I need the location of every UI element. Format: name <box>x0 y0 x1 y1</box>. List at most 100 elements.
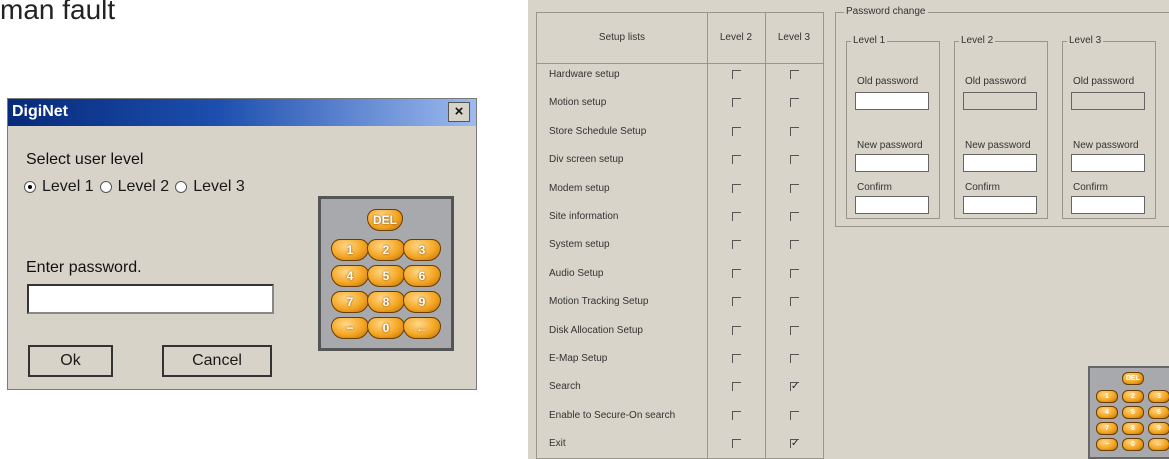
diginet-dialog: DigiNet × Select user level Level 1 Leve… <box>7 98 477 390</box>
level-1-confirm-input[interactable] <box>855 196 929 214</box>
radio-level-1[interactable]: Level 1 <box>24 178 94 196</box>
checkbox-level-2[interactable] <box>732 183 741 193</box>
checkbox-level-2[interactable] <box>732 98 741 108</box>
table-row: Store Schedule Setup <box>537 122 823 142</box>
mini-keypad-key-4[interactable]: 4 <box>1096 406 1118 419</box>
checkbox-level-2[interactable] <box>732 297 741 307</box>
mini-keypad-key-3[interactable]: 3 <box>1148 390 1169 403</box>
checkbox-level-3[interactable]: ✓ <box>790 382 799 392</box>
keypad-key-6[interactable]: 6 <box>403 265 441 287</box>
checkbox-level-3[interactable] <box>790 325 799 335</box>
mini-keypad-del-button[interactable]: DEL <box>1122 372 1144 385</box>
mini-keypad-key-8[interactable]: 8 <box>1122 422 1144 435</box>
keypad-key-3[interactable]: 3 <box>403 239 441 261</box>
radio-level-3[interactable]: Level 3 <box>175 178 245 196</box>
keypad-backspace-button[interactable]: ← <box>403 317 441 339</box>
checkbox-level-2[interactable] <box>732 382 741 392</box>
level-3-old-password-input <box>1071 92 1145 110</box>
keypad-key-2[interactable]: 2 <box>367 239 405 261</box>
checkbox-level-2[interactable] <box>732 240 741 250</box>
checkbox-level-3[interactable] <box>790 70 799 79</box>
level-2-new-password-input[interactable] <box>963 154 1037 172</box>
mini-keypad-key-9[interactable]: 9 <box>1148 422 1169 435</box>
radio-icon <box>175 181 188 193</box>
keypad-minus-button[interactable]: − <box>331 317 369 339</box>
table-row: Audio Setup <box>537 264 823 284</box>
setup-item-label: Store Schedule Setup <box>549 125 647 137</box>
checkbox-level-3[interactable] <box>790 183 799 193</box>
keypad-key-7[interactable]: 7 <box>331 291 369 313</box>
level-3-password-box: Level 3 Old password New password Confir… <box>1062 35 1156 219</box>
keypad-key-4[interactable]: 4 <box>331 265 369 287</box>
radio-level-2-label: Level 2 <box>117 178 170 195</box>
checkbox-level-3[interactable] <box>790 240 799 250</box>
setup-item-label: Modem setup <box>549 182 610 194</box>
level-2-title: Level 2 <box>959 35 996 46</box>
checkbox-level-2[interactable] <box>732 70 741 79</box>
checkbox-level-3[interactable] <box>790 155 799 165</box>
keypad-key-0[interactable]: 0 <box>367 317 405 339</box>
checkbox-level-3[interactable] <box>790 297 799 307</box>
checkbox-level-2[interactable] <box>732 410 741 420</box>
mini-keypad-key-5[interactable]: 5 <box>1122 406 1144 419</box>
checkbox-level-2[interactable] <box>732 325 741 335</box>
level-1-title: Level 1 <box>851 35 888 46</box>
ok-button[interactable]: Ok <box>28 345 113 377</box>
setup-item-label: Enable to Secure-On search <box>549 409 676 421</box>
mini-keypad-minus-button[interactable]: − <box>1096 438 1118 451</box>
checkbox-level-3[interactable] <box>790 268 799 278</box>
checkbox-level-2[interactable] <box>732 155 741 165</box>
level-1-old-password-input[interactable] <box>855 92 929 110</box>
checkbox-level-2[interactable] <box>732 268 741 278</box>
level-2-confirm-input[interactable] <box>963 196 1037 214</box>
cancel-button[interactable]: Cancel <box>162 345 272 377</box>
keypad-key-5[interactable]: 5 <box>367 265 405 287</box>
password-input[interactable] <box>27 284 274 314</box>
confirm-label: Confirm <box>857 182 893 193</box>
mini-keypad-key-6[interactable]: 6 <box>1148 406 1169 419</box>
table-row: Modem setup <box>537 179 823 199</box>
checkbox-level-2[interactable] <box>732 354 741 363</box>
keypad-key-8[interactable]: 8 <box>367 291 405 313</box>
mini-keypad-backspace-button[interactable]: ← <box>1148 438 1169 451</box>
keypad-del-button[interactable]: DEL <box>367 209 403 231</box>
setup-item-label: Disk Allocation Setup <box>549 324 643 336</box>
close-icon[interactable]: × <box>448 102 470 122</box>
keypad-key-9[interactable]: 9 <box>403 291 441 313</box>
setup-item-label: Audio Setup <box>549 267 604 279</box>
keypad-key-1[interactable]: 1 <box>331 239 369 261</box>
table-row: Motion setup <box>537 93 823 113</box>
table-row: E-Map Setup <box>537 349 823 369</box>
checkbox-level-3[interactable]: ✓ <box>790 439 799 449</box>
mini-keypad-key-1[interactable]: 1 <box>1096 390 1118 403</box>
dialog-titlebar[interactable]: DigiNet × <box>8 99 476 126</box>
level-1-new-password-input[interactable] <box>855 154 929 172</box>
new-password-label: New password <box>1073 140 1139 151</box>
select-user-level-label: Select user level <box>26 151 144 168</box>
confirm-label: Confirm <box>965 182 1001 193</box>
mini-keypad-key-7[interactable]: 7 <box>1096 422 1118 435</box>
level-3-confirm-input[interactable] <box>1071 196 1145 214</box>
table-row: Disk Allocation Setup <box>537 321 823 341</box>
checkbox-level-3[interactable] <box>790 98 799 108</box>
level-3-title: Level 3 <box>1067 35 1104 46</box>
checkbox-level-2[interactable] <box>732 126 741 136</box>
new-password-label: New password <box>965 140 1031 151</box>
level-3-new-password-input[interactable] <box>1071 154 1145 172</box>
mini-numeric-keypad: DEL 1 2 3 4 5 6 7 8 9 − 0 ← <box>1088 366 1169 459</box>
radio-level-2[interactable]: Level 2 <box>99 178 170 196</box>
level-2-old-password-input <box>963 92 1037 110</box>
checkbox-level-2[interactable] <box>732 212 741 221</box>
radio-level-1-label: Level 1 <box>42 178 94 195</box>
table-row: Div screen setup <box>537 150 823 170</box>
checkbox-level-3[interactable] <box>790 354 799 363</box>
table-row: Enable to Secure-On search <box>537 406 823 426</box>
checkbox-level-3[interactable] <box>790 126 799 136</box>
confirm-label: Confirm <box>1073 182 1109 193</box>
checkbox-level-3[interactable] <box>790 410 799 420</box>
mini-keypad-key-2[interactable]: 2 <box>1122 390 1144 403</box>
checkbox-level-3[interactable] <box>790 212 799 221</box>
checkbox-level-2[interactable] <box>732 439 741 449</box>
radio-icon <box>24 181 36 193</box>
mini-keypad-key-0[interactable]: 0 <box>1122 438 1144 451</box>
